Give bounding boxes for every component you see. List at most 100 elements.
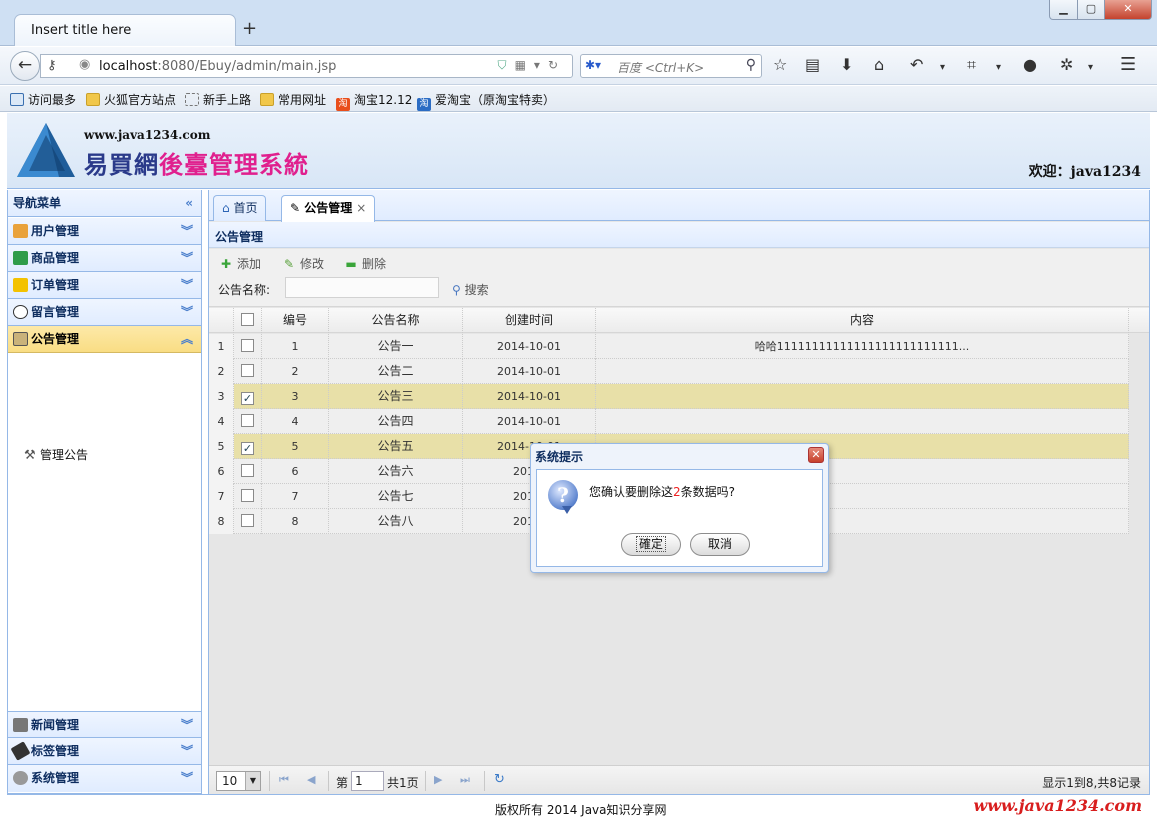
app-title: 易買網後臺管理系統 (84, 150, 309, 179)
row-checkbox[interactable]: ✓ (234, 384, 262, 409)
col-header-time[interactable]: 创建时间 (463, 308, 596, 333)
close-tab-icon[interactable]: × (356, 201, 366, 215)
chevron-down-icon[interactable]: ▾ (996, 59, 1001, 77)
search-placeholder: 百度 <Ctrl+K> (617, 61, 705, 75)
chevron-down-icon[interactable]: ▾ (1088, 59, 1093, 77)
sidebar-item-notices[interactable]: 公告管理 ︽ (8, 326, 201, 353)
cell-name: 公告二 (329, 359, 463, 384)
add-button[interactable]: ✚ 添加 (218, 255, 261, 272)
menu-icon[interactable]: ☰ (1120, 56, 1136, 74)
window-maximize-button[interactable]: ▢ (1077, 0, 1105, 20)
pencil-icon: ✎ (283, 257, 295, 271)
row-checkbox[interactable] (234, 459, 262, 484)
table-row[interactable]: 1 1 公告一 2014-10-01 哈哈11111111111111111111111… (209, 334, 1129, 359)
window-minimize-button[interactable]: ▁ (1049, 0, 1078, 20)
gear-icon (13, 771, 28, 785)
tab-notices[interactable]: ✎ 公告管理 × (281, 195, 376, 222)
col-header-content[interactable]: 内容 (596, 308, 1129, 333)
close-icon[interactable]: ✕ (808, 447, 824, 463)
notice-name-input[interactable] (285, 277, 439, 298)
tools-icon: ⚒ (24, 448, 36, 463)
dialog-body: ? 您确认要删除这2条数据吗? 確定 取消 (536, 469, 823, 567)
sidebar-item-messages[interactable]: 留言管理 ︾ (8, 299, 201, 326)
row-checkbox[interactable] (234, 509, 262, 534)
search-icon: ⚲ (452, 283, 461, 297)
first-page-button[interactable]: ⏮ (279, 773, 289, 787)
bookmark-firefox-site[interactable]: 火狐官方站点 (86, 91, 176, 108)
url-bar[interactable]: ⚷ ◉ localhost:8080/Ebuy/admin/main.jsp ⛉… (40, 54, 573, 78)
reading-list-icon[interactable]: ▤ (805, 56, 820, 74)
home-icon[interactable]: ⌂ (874, 56, 884, 74)
row-checkbox[interactable] (234, 484, 262, 509)
refresh-icon[interactable]: ↻ (494, 772, 505, 787)
sidebar-item-tags[interactable]: 标签管理 ︾ (8, 738, 201, 765)
row-checkbox[interactable] (234, 409, 262, 434)
sidebar: 导航菜单 « 用户管理 ︾ 商品管理 ︾ 订单管理 ︾ 留言管理 ︾ 公告管理 ︽ ⚒ 管理… (7, 190, 202, 794)
notice-icon: ✎ (290, 201, 301, 215)
url-bar-icons[interactable]: ⛉▦▾↻ (498, 58, 566, 73)
grid-header: 编号 公告名称 创建时间 内容 (209, 308, 1149, 333)
key-icon: ⚷ (47, 58, 57, 73)
browser-tab[interactable]: Insert title here (14, 14, 236, 46)
table-row[interactable]: 2 2 公告二 2014-10-01 (209, 359, 1129, 384)
bookmark-most-visited[interactable]: 访问最多 (10, 91, 76, 108)
cell-id: 6 (262, 459, 329, 484)
collapse-icon[interactable]: « (185, 190, 193, 216)
shield-icon: ⛉ (497, 58, 515, 72)
search-bar[interactable]: ✱▾ 百度 <Ctrl+K> ⚲ (580, 54, 762, 78)
table-row[interactable]: 3 ✓ 3 公告三 2014-10-01 (209, 384, 1129, 409)
last-page-button[interactable]: ⏭ (460, 773, 470, 787)
chevron-down-icon: ︾ (180, 744, 193, 758)
order-icon (13, 278, 28, 292)
next-page-button[interactable]: ▶ (434, 773, 442, 786)
sidebar-item-news[interactable]: 新闻管理 ︾ (8, 711, 201, 738)
col-header-id[interactable]: 编号 (262, 308, 329, 333)
cell-name: 公告五 (329, 434, 463, 459)
select-all-checkbox[interactable] (234, 308, 262, 333)
cancel-button[interactable]: 取消 (690, 533, 750, 556)
chevron-down-icon: ︾ (180, 224, 193, 238)
download-icon[interactable]: ⬇ (840, 56, 853, 74)
bookmark-aitaobao[interactable]: 淘爱淘宝（原淘宝特卖） (417, 91, 555, 111)
table-row[interactable]: 4 4 公告四 2014-10-01 (209, 409, 1129, 434)
bookmark-star-icon[interactable]: ☆ (773, 56, 787, 74)
crop-icon[interactable]: ⌗ (967, 56, 976, 74)
sidebar-item-system[interactable]: 系统管理 ︾ (8, 765, 201, 792)
cell-rn: 2 (209, 359, 234, 384)
ok-button[interactable]: 確定 (621, 533, 681, 556)
back-button[interactable]: ← (10, 51, 40, 81)
page-number-input[interactable]: 1 (351, 771, 384, 791)
cell-rn: 8 (209, 509, 234, 534)
undo-icon[interactable]: ↶ (910, 56, 923, 74)
edit-button[interactable]: ✎ 修改 (281, 255, 324, 272)
search-icon[interactable]: ⚲ (746, 57, 756, 73)
bookmark-taobao[interactable]: 淘淘宝12.12 (336, 91, 412, 111)
bookmark-getting-started[interactable]: 新手上路 (185, 91, 251, 108)
window-close-button[interactable]: ✕ (1104, 0, 1152, 20)
tab-home[interactable]: ⌂ 首页 (213, 195, 267, 221)
cell-rn: 1 (209, 334, 234, 359)
logo-triangle-icon (17, 123, 75, 177)
sidebar-title: 导航菜单 « (8, 190, 201, 217)
chat-bubble-icon[interactable]: ● (1023, 56, 1037, 74)
product-list-icon (13, 251, 28, 265)
cell-rn: 5 (209, 434, 234, 459)
sidebar-item-products[interactable]: 商品管理 ︾ (8, 245, 201, 272)
new-tab-button[interactable]: + (242, 20, 257, 38)
prev-page-button[interactable]: ◀ (307, 773, 315, 786)
row-checkbox[interactable] (234, 359, 262, 384)
sidebar-subitem-manage-notices[interactable]: ⚒ 管理公告 (24, 446, 88, 463)
chevron-down-icon[interactable]: ▾ (940, 59, 945, 77)
dialog-message: 您确认要删除这2条数据吗? (589, 485, 736, 499)
sidebar-item-orders[interactable]: 订单管理 ︾ (8, 272, 201, 299)
page-size-select[interactable]: 10 ▼ (216, 771, 261, 791)
delete-button[interactable]: ▬ 删除 (343, 255, 386, 272)
row-checkbox[interactable]: ✓ (234, 434, 262, 459)
bug-icon[interactable]: ✲ (1060, 56, 1073, 74)
search-button[interactable]: ⚲ 搜索 (452, 281, 489, 298)
cell-rn: 7 (209, 484, 234, 509)
sidebar-item-users[interactable]: 用户管理 ︾ (8, 218, 201, 245)
bookmark-common-sites[interactable]: 常用网址 (260, 91, 326, 108)
row-checkbox[interactable] (234, 334, 262, 359)
col-header-name[interactable]: 公告名称 (329, 308, 463, 333)
